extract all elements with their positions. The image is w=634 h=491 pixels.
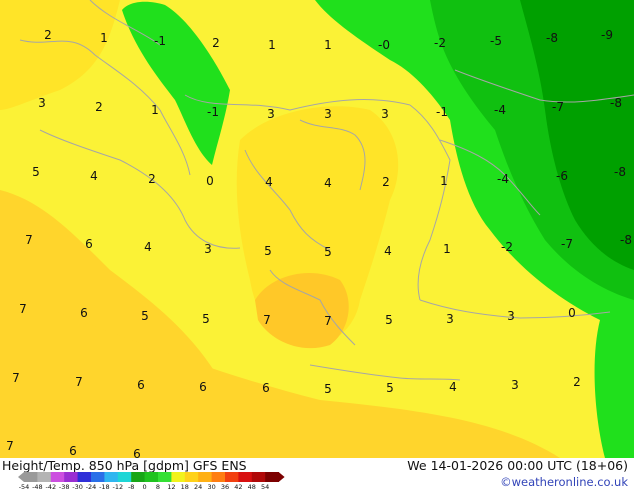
colorbar-segment: [117, 472, 132, 482]
map-valid-time: We 14-01-2026 00:00 UTC (18+06): [407, 458, 628, 473]
temperature-label: 3: [324, 107, 332, 121]
temperature-label: 3: [507, 309, 515, 323]
colorbar-segment: [198, 472, 212, 482]
colorbar-segment: [37, 472, 52, 482]
temperature-label: 6: [80, 306, 88, 320]
temperature-label: 7: [25, 233, 33, 247]
temperature-label: 6: [137, 378, 145, 392]
temperature-label: 0: [568, 306, 576, 320]
temperature-label: 3: [511, 378, 519, 392]
temperature-label: 6: [262, 381, 270, 395]
temperature-label: 2: [382, 175, 390, 189]
temperature-label: -8: [620, 233, 632, 247]
temperature-label: -2: [434, 36, 446, 50]
temperature-label: 5: [202, 312, 210, 326]
temperature-label: 3: [38, 96, 46, 110]
temperature-label: 3: [267, 107, 275, 121]
temperature-label: -8: [614, 165, 626, 179]
temperature-label: 1: [268, 38, 276, 52]
temperature-label: 7: [75, 375, 83, 389]
temperature-label: 3: [446, 312, 454, 326]
temperature-label: -1: [207, 105, 219, 119]
temperature-label: 4: [384, 244, 392, 258]
colorbar: [18, 472, 285, 482]
temperature-label: 6: [85, 237, 93, 251]
temperature-label: 7: [12, 371, 20, 385]
colorbar-segment: [265, 472, 279, 482]
temperature-label: -4: [494, 103, 506, 117]
temperature-label: -4: [497, 172, 509, 186]
colorbar-segment: [77, 472, 92, 482]
colorbar-arrow-right: [278, 472, 285, 482]
colorbar-arrow-left: [18, 472, 24, 482]
temperature-label: 2: [573, 375, 581, 389]
colorbar-segment: [211, 472, 226, 482]
colorbar-segment: [131, 472, 145, 482]
temperature-label: 6: [133, 447, 141, 458]
temperature-label: -8: [546, 31, 558, 45]
colorbar-segment: [64, 472, 78, 482]
temperature-label: 5: [385, 313, 393, 327]
credit-link[interactable]: ©weatheronline.co.uk: [500, 475, 628, 489]
colorbar-segment: [184, 472, 199, 482]
temperature-label: -1: [154, 34, 166, 48]
temperature-label: 1: [100, 31, 108, 45]
temperature-label: 2: [212, 36, 220, 50]
colorbar-segment: [104, 472, 119, 482]
temperature-label: 4: [265, 175, 273, 189]
colorbar-segment: [24, 472, 38, 482]
temperature-label: 1: [443, 242, 451, 256]
temperature-label: 1: [324, 38, 332, 52]
colorbar-segment: [144, 472, 159, 482]
temperature-label: 1: [151, 103, 159, 117]
temperature-label: -8: [610, 96, 622, 110]
colorbar-segment: [238, 472, 253, 482]
temperature-label: 4: [90, 169, 98, 183]
temperature-label: 3: [381, 107, 389, 121]
temperature-label: 5: [141, 309, 149, 323]
temperature-label: 4: [449, 380, 457, 394]
colorbar-segment: [251, 472, 266, 482]
colorbar-segment: [158, 472, 172, 482]
temperature-label: -7: [552, 100, 564, 114]
temperature-label: 7: [263, 313, 271, 327]
temperature-label: 2: [95, 100, 103, 114]
temperature-label: 6: [199, 380, 207, 394]
colorbar-segment: [50, 472, 65, 482]
temperature-label: 5: [324, 245, 332, 259]
temperature-label: -0: [378, 38, 390, 52]
temperature-label: 7: [324, 314, 332, 328]
temperature-label: 4: [144, 240, 152, 254]
colorbar-segment: [225, 472, 239, 482]
temperature-label: 2: [148, 172, 156, 186]
temperature-label: -1: [436, 105, 448, 119]
temperature-field: [0, 0, 634, 458]
temperature-label: 4: [324, 176, 332, 190]
temperature-label: 7: [19, 302, 27, 316]
temperature-label: 5: [264, 244, 272, 258]
temperature-label: 1: [440, 174, 448, 188]
temperature-label: -5: [490, 34, 502, 48]
temperature-label: 6: [69, 444, 77, 458]
temperature-label: -2: [501, 240, 513, 254]
temperature-label: 5: [32, 165, 40, 179]
colorbar-segment: [171, 472, 186, 482]
temperature-label: 0: [206, 174, 214, 188]
temperature-label: 5: [324, 382, 332, 396]
temperature-label: 7: [6, 439, 14, 453]
temperature-label: 5: [386, 381, 394, 395]
colorbar-segment: [91, 472, 105, 482]
temperature-label: 3: [204, 242, 212, 256]
temperature-label: -9: [601, 28, 613, 42]
temperature-label: -7: [561, 237, 573, 251]
temperature-label: 2: [44, 28, 52, 42]
weather-map: 2 1 -1 2 1 1 -0 -2 -5 -8 -9 3 2 1 -1 3 3 3 -1 -4 -7 -8 5 4 2 0 4 4 2…: [0, 0, 634, 458]
temperature-label: -6: [556, 169, 568, 183]
footer-bar: Height/Temp. 850 hPa [gdpm] GFS ENS We 1…: [0, 458, 634, 491]
